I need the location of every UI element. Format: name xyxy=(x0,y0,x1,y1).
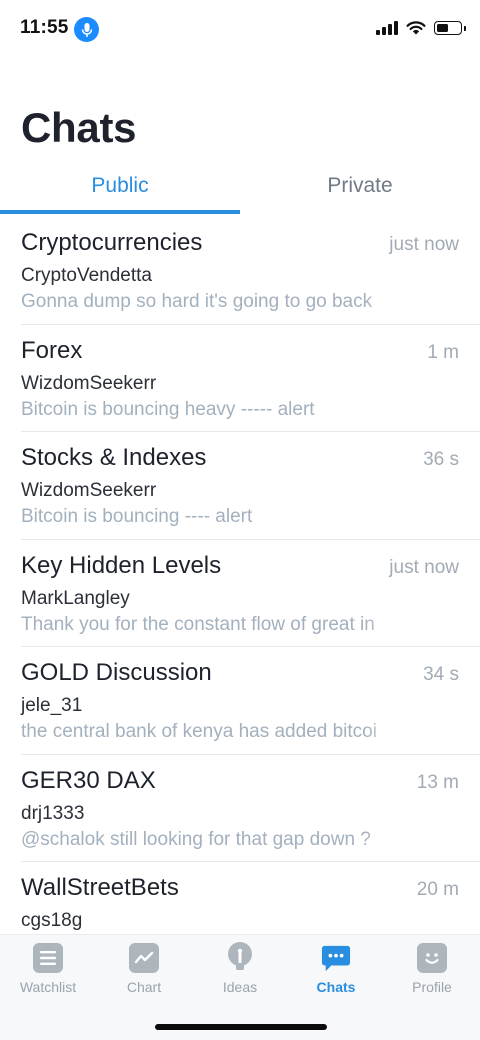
chat-time: just now xyxy=(389,234,459,255)
chat-last-message: Thank you for the constant flow of great… xyxy=(21,613,375,635)
bottom-nav: Watchlist Chart Ideas Chats Profile xyxy=(0,934,480,1040)
chat-last-user: WizdomSeekerr xyxy=(21,372,157,394)
nav-watchlist[interactable]: Watchlist xyxy=(0,943,96,1003)
nav-chats[interactable]: Chats xyxy=(288,943,384,1003)
chat-last-user: drj1333 xyxy=(21,802,85,824)
active-tab-indicator xyxy=(0,210,240,214)
chat-last-message: Gonna dump so hard it's going to go back xyxy=(21,291,373,312)
chat-time: 34 s xyxy=(423,664,459,685)
chat-item-stocks-indexes[interactable]: Stocks & Indexes 36 s WizdomSeekerr Bitc… xyxy=(0,431,480,540)
nav-chart[interactable]: Chart xyxy=(96,943,192,1003)
chat-name: Stocks & Indexes xyxy=(21,444,207,471)
list-icon xyxy=(33,943,63,973)
page-title: Chats xyxy=(21,104,137,151)
nav-label: Watchlist xyxy=(19,979,77,995)
wifi-icon xyxy=(406,21,426,35)
chat-name: GOLD Discussion xyxy=(21,659,212,686)
chat-time: just now xyxy=(389,556,459,578)
chat-name: WallStreetBets xyxy=(21,874,179,901)
chat-name: GER30 DAX xyxy=(21,766,156,794)
chat-item-ger30-dax[interactable]: GER30 DAX 13 m drj1333 @schalok still lo… xyxy=(0,754,480,862)
chat-last-message: Bitcoin is bouncing ---- alert xyxy=(21,506,253,527)
status-bar: 11:55 xyxy=(0,0,480,60)
chat-last-message: the central bank of kenya has added bitc… xyxy=(21,721,377,742)
chat-name: Cryptocurrencies xyxy=(21,229,203,256)
tab-private[interactable]: Private xyxy=(240,160,480,212)
smiley-icon xyxy=(417,943,447,973)
chat-item-cryptocurrencies[interactable]: Cryptocurrencies just now CryptoVendetta… xyxy=(0,216,480,325)
nav-ideas[interactable]: Ideas xyxy=(192,942,288,1003)
chat-last-user: CryptoVendetta xyxy=(21,265,152,286)
home-indicator[interactable] xyxy=(155,1024,327,1030)
chat-item-wallstreetbets[interactable]: WallStreetBets 20 m cgs18g xyxy=(0,861,480,934)
chart-icon xyxy=(129,943,159,973)
microphone-icon xyxy=(74,17,99,42)
battery-icon xyxy=(434,20,466,35)
chat-time: 1 m xyxy=(427,341,459,363)
chat-time: 13 m xyxy=(416,771,459,793)
nav-label: Ideas xyxy=(222,979,258,995)
chat-last-user: WizdomSeekerr xyxy=(21,480,157,501)
chat-item-key-hidden-levels[interactable]: Key Hidden Levels just now MarkLangley T… xyxy=(0,539,480,647)
chat-item-gold-discussion[interactable]: GOLD Discussion 34 s jele_31 the central… xyxy=(0,646,480,755)
chat-item-forex[interactable]: Forex 1 m WizdomSeekerr Bitcoin is bounc… xyxy=(0,324,480,432)
chat-list[interactable]: Cryptocurrencies just now CryptoVendetta… xyxy=(0,216,480,934)
chat-last-user: jele_31 xyxy=(21,695,83,716)
status-time: 11:55 xyxy=(20,17,69,38)
chat-bubble-icon xyxy=(321,943,351,973)
chat-tabs: Public Private xyxy=(0,160,480,216)
chat-last-user: MarkLangley xyxy=(21,587,130,609)
chat-last-message: @schalok still looking for that gap down… xyxy=(21,828,371,850)
cellular-signal-icon xyxy=(376,20,398,35)
nav-profile[interactable]: Profile xyxy=(384,943,480,1003)
chat-time: 36 s xyxy=(423,449,459,470)
chat-last-user: cgs18g xyxy=(21,910,83,931)
chat-name: Forex xyxy=(21,336,83,364)
tab-public[interactable]: Public xyxy=(0,160,240,212)
chat-time: 20 m xyxy=(416,879,459,900)
chat-last-message: Bitcoin is bouncing heavy ----- alert xyxy=(21,398,315,420)
chat-name: Key Hidden Levels xyxy=(21,551,222,579)
nav-label: Profile xyxy=(412,979,452,995)
lightbulb-icon xyxy=(225,942,255,973)
nav-label: Chart xyxy=(126,979,162,995)
nav-label: Chats xyxy=(316,979,356,995)
